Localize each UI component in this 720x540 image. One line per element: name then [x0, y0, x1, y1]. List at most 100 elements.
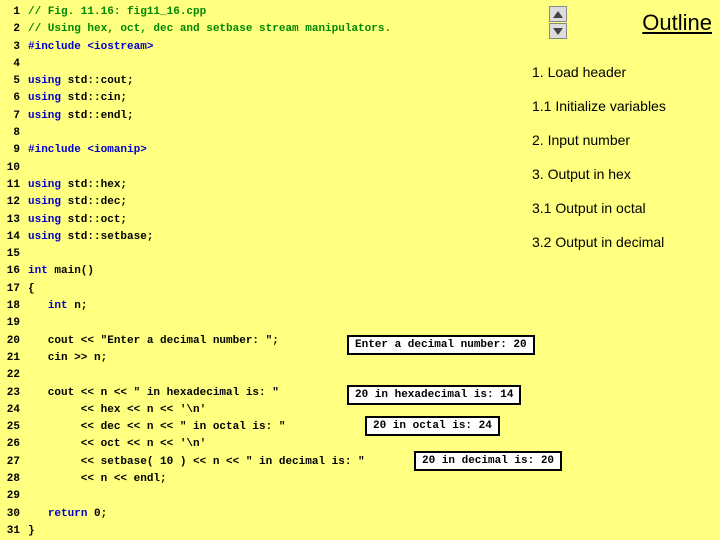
line-number: 30	[0, 506, 20, 523]
code-line: 1 // Fig. 11.16: fig11_16.cpp	[0, 4, 391, 21]
line-number: 14	[0, 229, 20, 246]
line-number: 13	[0, 212, 20, 229]
code-line: 27 << setbase( 10 ) << n << " in decimal…	[0, 454, 391, 471]
code-token: int	[28, 265, 54, 277]
code-line: 28 << n << endl;	[0, 471, 391, 488]
outline-panel: Outline 1. Load header 1.1 Initialize va…	[532, 4, 712, 268]
code-token: using	[28, 75, 68, 87]
code-line: 11 using std::hex;	[0, 177, 391, 194]
code-line: 12using std::dec;	[0, 194, 391, 211]
code-token: using	[28, 110, 68, 122]
line-number: 21	[0, 350, 20, 367]
code-token: << hex << n << '\n'	[28, 404, 206, 416]
line-number: 17	[0, 281, 20, 298]
code-token: std::hex;	[68, 179, 127, 191]
code-line: 25 << dec << n << " in octal is: "	[0, 419, 391, 436]
arrow-up-icon	[553, 11, 563, 18]
code-line: 15	[0, 246, 391, 263]
code-token: << setbase( 10 ) << n << " in decimal is…	[28, 456, 365, 468]
output-decimal: 20 in decimal is: 20	[414, 451, 562, 471]
code-line: 2 // Using hex, oct, dec and setbase stre…	[0, 21, 391, 38]
code-token: #include <iostream>	[28, 41, 153, 53]
line-number: 25	[0, 419, 20, 436]
line-number: 19	[0, 315, 20, 332]
code-token: using	[28, 214, 68, 226]
line-number: 8	[0, 125, 20, 142]
code-token: std::cin;	[68, 92, 127, 104]
line-number: 10	[0, 160, 20, 177]
line-number: 12	[0, 194, 20, 211]
line-number: 6	[0, 90, 20, 107]
code-token: int	[48, 300, 68, 312]
code-token: cout << "Enter a decimal number: ";	[28, 335, 279, 347]
code-token: {	[28, 283, 35, 295]
code-token: // Fig. 11.16: fig11_16.cpp	[28, 6, 206, 18]
outline-item-3-1: 3.1 Output in octal	[532, 200, 712, 216]
code-line: 7using std::endl;	[0, 108, 391, 125]
code-token: cin >> n;	[28, 352, 107, 364]
outline-item-3-2: 3.2 Output in decimal	[532, 234, 712, 250]
line-number: 18	[0, 298, 20, 315]
line-number: 26	[0, 436, 20, 453]
code-token: using	[28, 179, 68, 191]
code-line: 23 cout << n << " in hexadecimal is: "	[0, 385, 391, 402]
line-number: 20	[0, 333, 20, 350]
line-number: 2	[0, 21, 20, 38]
code-token: std::setbase;	[68, 231, 154, 243]
line-number: 4	[0, 56, 20, 73]
line-number: 31	[0, 523, 20, 540]
line-number: 22	[0, 367, 20, 384]
code-line: 9#include <iomanip>	[0, 142, 391, 159]
code-token: std::cout;	[68, 75, 134, 87]
code-line: 31}	[0, 523, 391, 540]
code-line: 30 return 0;	[0, 506, 391, 523]
code-token: }	[28, 525, 35, 537]
arrow-up-button[interactable]	[549, 6, 567, 22]
line-number: 3	[0, 39, 20, 56]
code-line: 16int main()	[0, 263, 391, 280]
code-line: 8	[0, 125, 391, 142]
line-number: 24	[0, 402, 20, 419]
line-number: 28	[0, 471, 20, 488]
output-octal: 20 in octal is: 24	[365, 416, 500, 436]
code-line: 5 using std::cout;	[0, 73, 391, 90]
output-enter-number: Enter a decimal number: 20	[347, 335, 535, 355]
line-number: 5	[0, 73, 20, 90]
code-line: 10	[0, 160, 391, 177]
code-line: 21 cin >> n;	[0, 350, 391, 367]
arrow-down-button[interactable]	[549, 23, 567, 39]
code-listing: 1 // Fig. 11.16: fig11_16.cpp 2 // Using he…	[0, 4, 391, 540]
code-token: << dec << n << " in octal is: "	[28, 421, 285, 433]
code-token: std::endl;	[68, 110, 134, 122]
outline-item-2: 2. Input number	[532, 132, 712, 148]
line-number: 1	[0, 4, 20, 21]
code-token	[28, 508, 48, 520]
code-line: 18 int n;	[0, 298, 391, 315]
line-number: 27	[0, 454, 20, 471]
code-line: 20 cout << "Enter a decimal number: ";	[0, 333, 391, 350]
code-line: 13using std::oct;	[0, 212, 391, 229]
code-line: 17 {	[0, 281, 391, 298]
code-token: // Using hex, oct, dec and setbase strea…	[28, 23, 391, 35]
outline-item-3: 3. Output in hex	[532, 166, 712, 182]
code-token: << n << endl;	[28, 473, 167, 485]
arrow-down-icon	[553, 28, 563, 35]
code-line: 29	[0, 488, 391, 505]
outline-item-1: 1. Load header	[532, 64, 712, 80]
line-number: 11	[0, 177, 20, 194]
code-token: 0;	[87, 508, 107, 520]
line-number: 29	[0, 488, 20, 505]
line-number: 15	[0, 246, 20, 263]
code-line: 24 << hex << n << '\n'	[0, 402, 391, 419]
code-token: std::dec;	[68, 196, 127, 208]
nav-arrows	[549, 6, 567, 40]
code-token: main()	[54, 265, 94, 277]
code-token: #include <iomanip>	[28, 144, 147, 156]
code-line: 4	[0, 56, 391, 73]
code-line: 19	[0, 315, 391, 332]
code-token: n;	[68, 300, 88, 312]
code-line: 26 << oct << n << '\n'	[0, 436, 391, 453]
code-line: 6using std::cin;	[0, 90, 391, 107]
code-token: using	[28, 231, 68, 243]
code-line: 22	[0, 367, 391, 384]
